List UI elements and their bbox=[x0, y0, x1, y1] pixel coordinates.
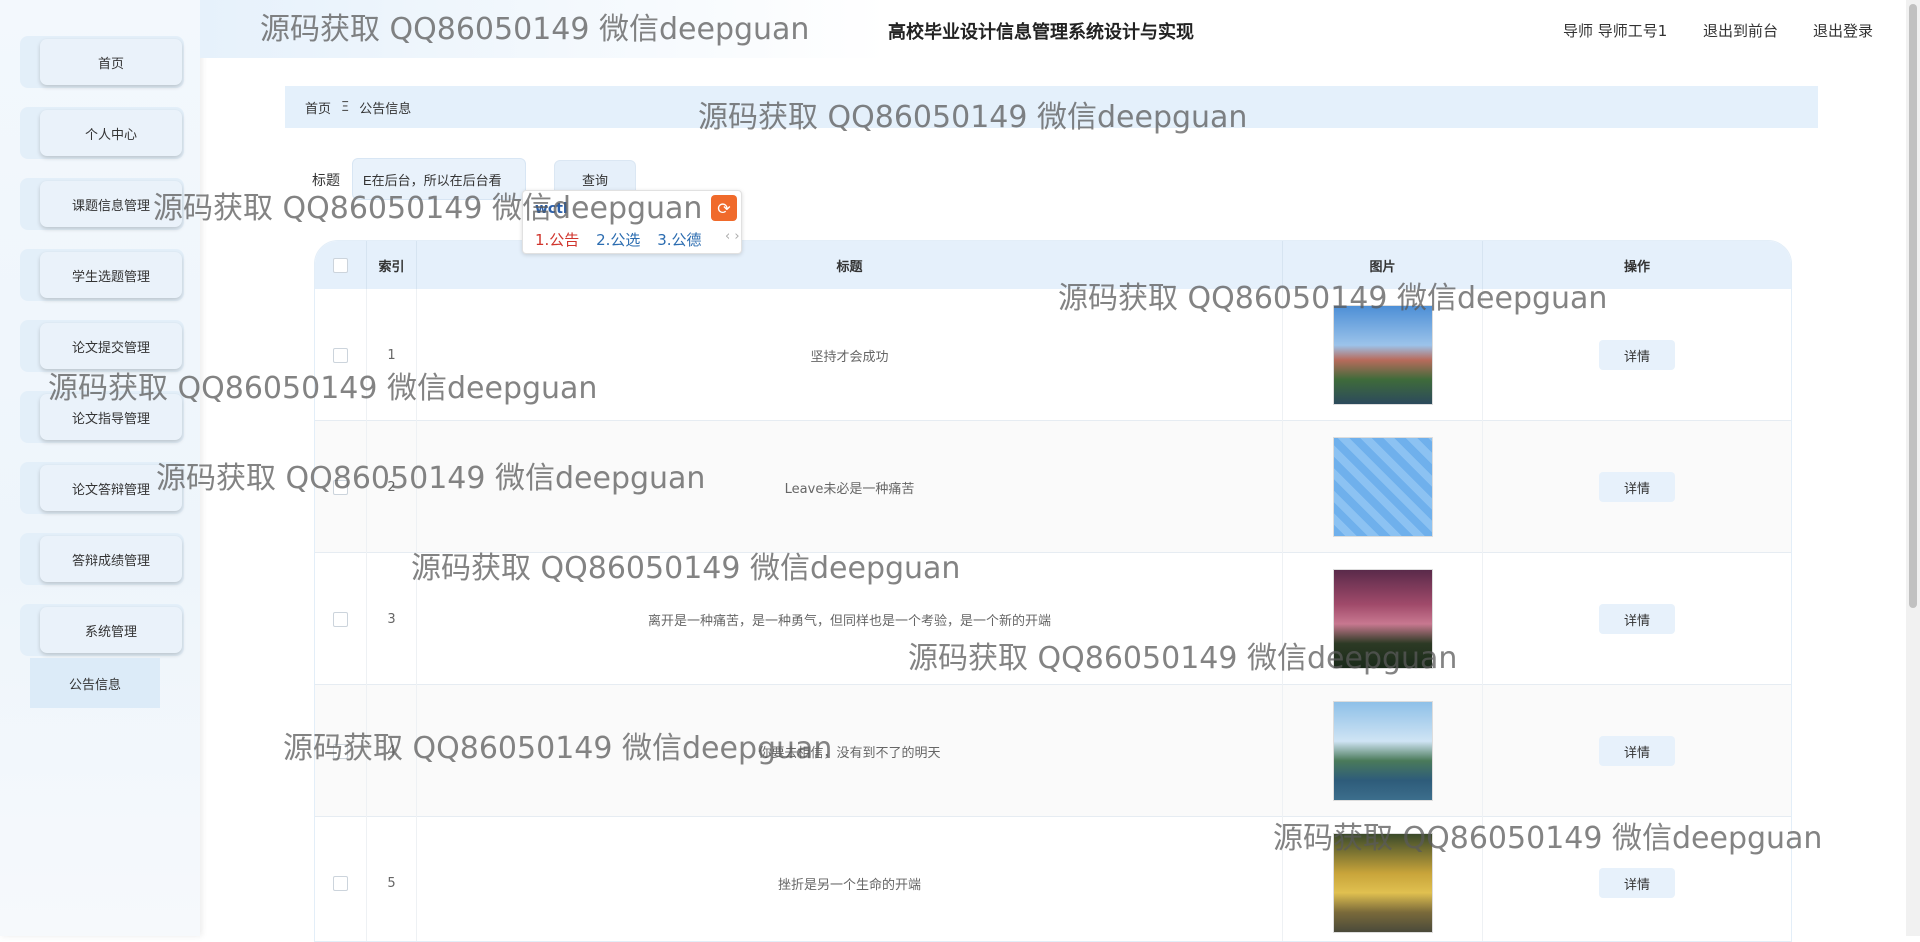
sidebar-item-defense[interactable]: 论文答辩管理 bbox=[20, 462, 184, 514]
detail-button[interactable]: 详情 bbox=[1599, 472, 1675, 502]
search-label: 标题 bbox=[312, 173, 340, 189]
sidebar-item-topics[interactable]: 课题信息管理 bbox=[20, 178, 184, 230]
ime-candidate-popup: wctl ⟳ 1.公告 2.公选 3.公德 ‹ › bbox=[522, 190, 742, 254]
sidebar-item-selection[interactable]: 学生选题管理 bbox=[20, 249, 184, 301]
table-row: 2 Leave未必是一种痛苦 详情 bbox=[315, 421, 1791, 553]
sidebar-item-label: 系统管理 bbox=[40, 607, 182, 653]
row-checkbox-cell bbox=[315, 553, 367, 685]
row-checkbox[interactable] bbox=[333, 347, 348, 363]
sidebar-item-label: 论文答辩管理 bbox=[40, 465, 182, 511]
table-row: 3 离开是一种痛苦，是一种勇气，但同样也是一个考验，是一个新的开端 详情 bbox=[315, 553, 1791, 685]
row-action-cell: 详情 bbox=[1483, 421, 1791, 553]
ime-candidate[interactable]: 1.公告 bbox=[535, 231, 579, 249]
breadcrumb-separator-icon: Ξ bbox=[341, 99, 350, 115]
ime-logo-icon[interactable]: ⟳ bbox=[711, 195, 737, 221]
row-title: 离开是一种痛苦，是一种勇气，但同样也是一个考验，是一个新的开端 bbox=[417, 553, 1283, 685]
column-header: 操作 bbox=[1623, 259, 1650, 275]
logout-link[interactable]: 退出登录 bbox=[1813, 20, 1873, 41]
row-checkbox[interactable] bbox=[333, 743, 348, 759]
row-checkbox[interactable] bbox=[333, 875, 348, 891]
row-checkbox-cell bbox=[315, 421, 367, 553]
breadcrumb-current: 公告信息 bbox=[359, 101, 412, 117]
row-checkbox[interactable] bbox=[333, 611, 348, 627]
detail-button[interactable]: 详情 bbox=[1599, 868, 1675, 898]
notice-image bbox=[1332, 437, 1433, 537]
row-action-cell: 详情 bbox=[1483, 553, 1791, 685]
row-index: 2 bbox=[367, 421, 417, 553]
row-checkbox-cell bbox=[315, 817, 367, 941]
header-checkbox-cell bbox=[315, 241, 367, 289]
notice-image bbox=[1332, 833, 1433, 933]
row-action-cell: 详情 bbox=[1483, 685, 1791, 817]
row-checkbox[interactable] bbox=[333, 479, 348, 495]
sidebar-item-label: 课题信息管理 bbox=[40, 181, 182, 227]
current-user: 导师 导师工号1 bbox=[1563, 22, 1668, 40]
sidebar-item-label: 首页 bbox=[40, 39, 182, 85]
row-action-cell: 详情 bbox=[1483, 289, 1791, 421]
detail-button[interactable]: 详情 bbox=[1599, 340, 1675, 370]
ime-candidates: 1.公告 2.公选 3.公德 ‹ › bbox=[535, 229, 740, 250]
ime-candidate[interactable]: 2.公选 bbox=[596, 231, 640, 249]
row-title: Leave未必是一种痛苦 bbox=[417, 421, 1283, 553]
notice-image bbox=[1332, 569, 1433, 669]
row-image-cell bbox=[1283, 685, 1483, 817]
row-checkbox-cell bbox=[315, 289, 367, 421]
table-row: 4 你要去相信，没有到不了的明天 详情 bbox=[315, 685, 1791, 817]
row-title: 你要去相信，没有到不了的明天 bbox=[417, 685, 1283, 817]
breadcrumb-home[interactable]: 首页 bbox=[305, 98, 331, 117]
row-index: 3 bbox=[367, 553, 417, 685]
sidebar-item-label: 论文提交管理 bbox=[40, 323, 182, 369]
row-image-cell bbox=[1283, 289, 1483, 421]
row-title: 坚持才会成功 bbox=[417, 289, 1283, 421]
app-title: 高校毕业设计信息管理系统设计与实现 bbox=[888, 22, 1194, 43]
detail-button[interactable]: 详情 bbox=[1599, 604, 1675, 634]
sidebar-item-scores[interactable]: 答辩成绩管理 bbox=[20, 533, 184, 585]
detail-button[interactable]: 详情 bbox=[1599, 736, 1675, 766]
table-row: 1 坚持才会成功 详情 bbox=[315, 289, 1791, 421]
scrollbar-thumb[interactable] bbox=[1909, 4, 1917, 608]
exit-to-front-link[interactable]: 退出到前台 bbox=[1703, 20, 1778, 41]
sidebar-item-label: 学生选题管理 bbox=[40, 252, 182, 298]
row-title: 挫折是另一个生命的开端 bbox=[417, 817, 1283, 941]
search-input[interactable] bbox=[352, 158, 526, 200]
notice-table: 索引 标题 图片 操作 1 坚持才会成功 详情 2 Leave未必是一种痛苦 详… bbox=[314, 240, 1792, 942]
row-image-cell bbox=[1283, 421, 1483, 553]
sidebar-item-label: 答辩成绩管理 bbox=[40, 536, 182, 582]
sidebar: 首页 个人中心 课题信息管理 学生选题管理 论文提交管理 论文指导管理 论文答辩… bbox=[0, 0, 200, 936]
sidebar-item-home[interactable]: 首页 bbox=[20, 36, 184, 88]
sidebar-item-label: 个人中心 bbox=[40, 110, 182, 156]
row-image-cell bbox=[1283, 817, 1483, 941]
column-header: 图片 bbox=[1283, 241, 1483, 289]
row-checkbox-cell bbox=[315, 685, 367, 817]
submenu-item-notices[interactable]: 公告信息 bbox=[30, 658, 160, 708]
select-all-checkbox[interactable] bbox=[333, 257, 348, 273]
ime-page-arrows-icon[interactable]: ‹ › bbox=[725, 229, 749, 244]
sidebar-item-system[interactable]: 系统管理 bbox=[20, 604, 184, 656]
sidebar-item-submission[interactable]: 论文提交管理 bbox=[20, 320, 184, 372]
table-row: 5 挫折是另一个生命的开端 详情 bbox=[315, 817, 1791, 941]
row-index: 1 bbox=[367, 289, 417, 421]
notice-image bbox=[1332, 701, 1433, 801]
row-index: 4 bbox=[367, 685, 417, 817]
notice-image bbox=[1332, 305, 1433, 405]
row-action-cell: 详情 bbox=[1483, 817, 1791, 941]
page-scrollbar[interactable] bbox=[1906, 0, 1920, 936]
breadcrumb: 首页 Ξ 公告信息 bbox=[285, 86, 1818, 128]
sidebar-item-guidance[interactable]: 论文指导管理 bbox=[20, 391, 184, 443]
row-index: 5 bbox=[367, 817, 417, 941]
sidebar-item-profile[interactable]: 个人中心 bbox=[20, 107, 184, 159]
row-image-cell bbox=[1283, 553, 1483, 685]
ime-candidate[interactable]: 3.公德 bbox=[657, 231, 701, 249]
column-header: 索引 bbox=[367, 241, 417, 289]
sidebar-item-label: 论文指导管理 bbox=[40, 394, 182, 440]
ime-composition: wctl bbox=[535, 201, 568, 217]
